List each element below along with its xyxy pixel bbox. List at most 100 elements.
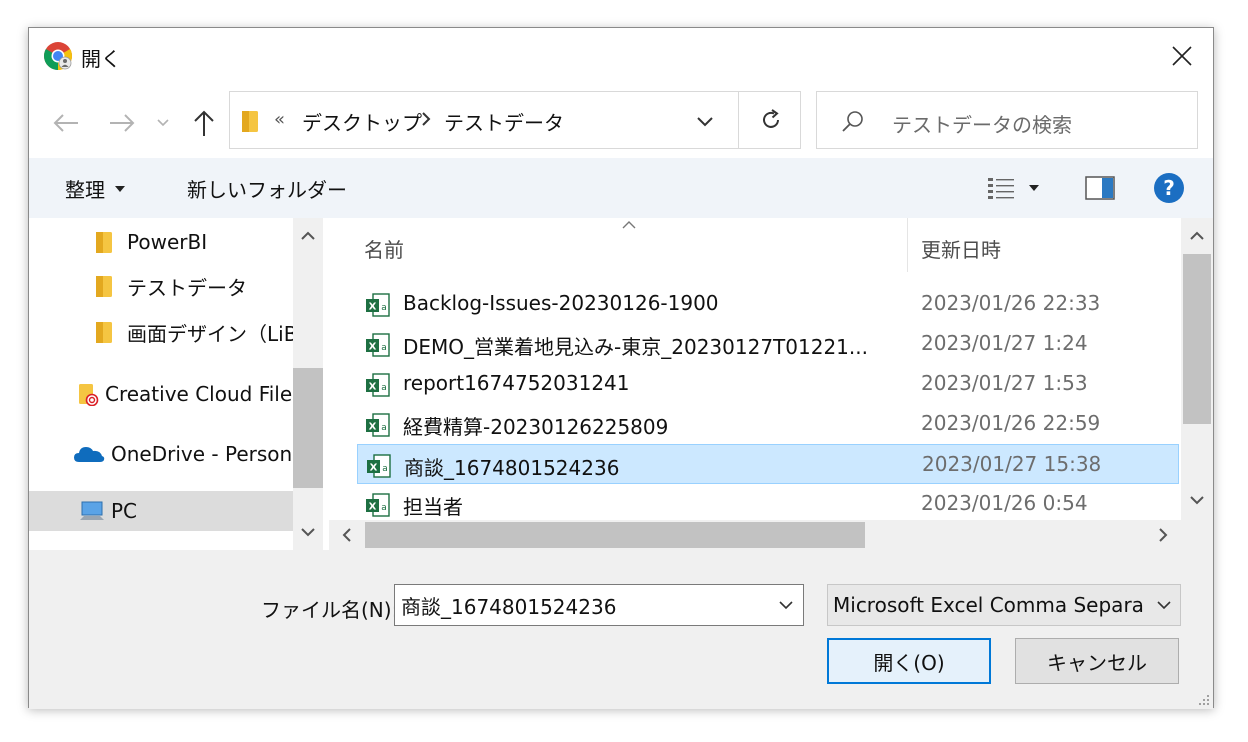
refresh-button[interactable] bbox=[738, 92, 802, 148]
folder-icon bbox=[96, 232, 112, 253]
dialog-footer: ファイル名(N): Microsoft Excel Comma Separat … bbox=[29, 550, 1213, 709]
organize-label: 整理 bbox=[65, 178, 105, 202]
nav-item-creative-cloud[interactable]: Creative Cloud File bbox=[77, 374, 292, 414]
svg-text:a: a bbox=[381, 383, 387, 393]
chevron-left-icon bbox=[342, 528, 351, 542]
file-row[interactable]: X a 担当者 2023/01/26 0:54 bbox=[357, 484, 1179, 520]
folder-icon bbox=[96, 276, 112, 297]
nav-item-label: 画面デザイン（LiB bbox=[127, 321, 298, 346]
view-options-button[interactable] bbox=[987, 172, 1051, 204]
organize-button[interactable]: 整理 bbox=[65, 174, 125, 203]
caret-down-icon bbox=[115, 185, 125, 192]
navigation-scrollbar[interactable] bbox=[293, 218, 323, 550]
column-divider[interactable] bbox=[907, 218, 908, 272]
close-button[interactable] bbox=[1151, 28, 1213, 84]
nav-item-onedrive[interactable]: OneDrive - Person bbox=[73, 434, 292, 474]
nav-item-test-data[interactable]: テストデータ bbox=[93, 266, 247, 306]
cancel-button[interactable]: キャンセル bbox=[1015, 638, 1179, 684]
search-placeholder[interactable]: テストデータの検索 bbox=[892, 109, 1072, 138]
scroll-down-button[interactable] bbox=[298, 522, 318, 542]
recent-locations-button[interactable] bbox=[151, 106, 175, 140]
nav-item-label: PC bbox=[111, 499, 138, 523]
nav-item-label: Creative Cloud File bbox=[105, 382, 293, 406]
details-view-icon bbox=[988, 178, 1014, 199]
address-bar[interactable]: « デスクトップ テストデータ bbox=[229, 91, 801, 149]
chevron-down-icon bbox=[697, 117, 713, 127]
caret-down-icon bbox=[1029, 185, 1039, 191]
svg-text:a: a bbox=[381, 303, 387, 313]
file-date: 2023/01/27 15:38 bbox=[922, 452, 1102, 476]
breadcrumb-desktop[interactable]: デスクトップ bbox=[302, 107, 422, 136]
file-name: report1674752031241 bbox=[403, 371, 630, 395]
svg-text:X: X bbox=[369, 382, 377, 393]
scroll-down-button[interactable] bbox=[1187, 490, 1207, 510]
chevron-right-icon[interactable] bbox=[418, 111, 434, 127]
search-icon bbox=[842, 111, 863, 132]
arrow-left-icon bbox=[53, 114, 78, 132]
vertical-scrollbar-thumb[interactable] bbox=[1183, 254, 1211, 424]
nav-item-label: PowerBI bbox=[127, 230, 208, 254]
address-overflow[interactable]: « bbox=[274, 109, 285, 130]
preview-pane-icon[interactable] bbox=[1085, 174, 1115, 202]
back-button[interactable] bbox=[49, 106, 83, 140]
nav-item-label: テストデータ bbox=[127, 275, 247, 300]
open-button[interactable]: 開く(O) bbox=[827, 638, 991, 684]
chevron-down-icon[interactable] bbox=[775, 594, 797, 616]
column-name[interactable]: 名前 bbox=[364, 234, 404, 263]
file-list: 名前 更新日時 X a Backlog-Issues-20230126-1900… bbox=[329, 218, 1181, 520]
excel-file-icon: X a bbox=[366, 293, 390, 317]
svg-text:a: a bbox=[382, 464, 388, 474]
svg-text:X: X bbox=[369, 302, 377, 313]
file-type-select[interactable]: Microsoft Excel Comma Separat bbox=[827, 584, 1181, 626]
help-icon[interactable]: ? bbox=[1153, 172, 1185, 204]
column-date-modified[interactable]: 更新日時 bbox=[921, 234, 1001, 263]
nav-item-label: OneDrive - Person bbox=[111, 442, 293, 466]
excel-file-icon: X a bbox=[366, 413, 390, 437]
forward-button[interactable] bbox=[105, 106, 139, 140]
nav-item-pc[interactable]: PC bbox=[29, 491, 293, 531]
open-file-dialog: 開く « デスクトップ テストデータ テストデータの検索 整理 新しいフォルダー… bbox=[28, 27, 1214, 709]
file-date: 2023/01/27 1:24 bbox=[921, 331, 1088, 355]
navigation-scrollbar-thumb[interactable] bbox=[293, 368, 323, 488]
excel-file-icon: X a bbox=[366, 333, 390, 357]
new-folder-button[interactable]: 新しいフォルダー bbox=[187, 174, 347, 203]
horizontal-scrollbar-thumb[interactable] bbox=[365, 522, 865, 548]
file-row[interactable]: X a report1674752031241 2023/01/27 1:53 bbox=[357, 364, 1179, 404]
file-list-vertical-scrollbar[interactable] bbox=[1181, 218, 1213, 550]
scroll-right-button[interactable] bbox=[1153, 525, 1173, 545]
filename-label: ファイル名(N): bbox=[261, 598, 399, 622]
file-row[interactable]: X a Backlog-Issues-20230126-1900 2023/01… bbox=[357, 284, 1179, 324]
toolbar: 整理 新しいフォルダー ? bbox=[29, 158, 1213, 218]
file-date: 2023/01/27 1:53 bbox=[921, 371, 1088, 395]
search-box[interactable]: テストデータの検索 bbox=[816, 91, 1198, 149]
file-name: DEMO_営業着地見込み-東京_20230127T01221... bbox=[403, 335, 868, 359]
file-date: 2023/01/26 0:54 bbox=[921, 491, 1088, 515]
up-button[interactable] bbox=[187, 106, 221, 140]
chevron-down-icon bbox=[1157, 601, 1171, 610]
scroll-up-button[interactable] bbox=[1187, 226, 1207, 246]
window-title: 開く bbox=[81, 47, 121, 71]
scroll-left-button[interactable] bbox=[337, 525, 357, 545]
nav-item-powerbi[interactable]: PowerBI bbox=[93, 222, 207, 262]
onedrive-icon bbox=[74, 447, 105, 462]
svg-text:a: a bbox=[381, 423, 387, 433]
file-name: 担当者 bbox=[403, 495, 463, 519]
title-bar: 開く bbox=[29, 28, 1213, 84]
address-dropdown-button[interactable] bbox=[690, 107, 720, 137]
chevron-down-icon bbox=[1190, 496, 1204, 505]
file-row-selected[interactable]: X a 商談_1674801524236 2023/01/27 15:38 bbox=[357, 444, 1179, 484]
file-row[interactable]: X a DEMO_営業着地見込み-東京_20230127T01221... 20… bbox=[357, 324, 1179, 364]
file-list-horizontal-scrollbar[interactable] bbox=[329, 520, 1181, 550]
svg-text:a: a bbox=[381, 343, 387, 353]
scroll-up-button[interactable] bbox=[298, 226, 318, 246]
arrow-right-icon bbox=[110, 114, 135, 132]
excel-file-icon: X a bbox=[367, 454, 391, 478]
file-row[interactable]: X a 経費精算-20230126225809 2023/01/26 22:59 bbox=[357, 404, 1179, 444]
refresh-icon bbox=[762, 109, 779, 128]
filename-input[interactable] bbox=[395, 585, 765, 625]
breadcrumb-test-data[interactable]: テストデータ bbox=[444, 107, 564, 136]
nav-item-screen-design[interactable]: 画面デザイン（LiB bbox=[93, 312, 297, 352]
resize-grip-icon[interactable] bbox=[1197, 693, 1211, 707]
filename-combobox[interactable] bbox=[394, 584, 804, 626]
pc-icon bbox=[80, 501, 104, 520]
